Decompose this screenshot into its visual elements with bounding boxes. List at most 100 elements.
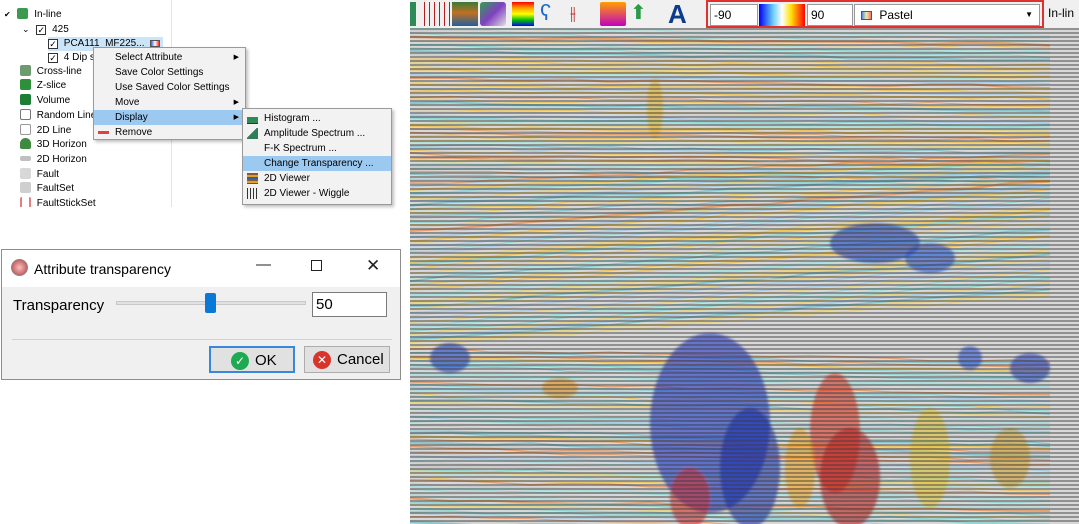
transparency-slider-thumb[interactable] [205,293,216,313]
menu-item-2d-viewer-wiggle[interactable]: 2D Viewer - Wiggle [243,186,391,201]
menu-item-select-attribute[interactable]: Select Attribute ▶ [94,50,245,65]
tree-item-2dline[interactable]: 2D Line [20,124,71,138]
crossline-icon [20,65,31,76]
transparency-label: Transparency [13,297,105,314]
menu-item-label: Change Transparency ... [264,158,374,169]
display-submenu: Histogram ... Amplitude Spectrum ... F-K… [242,108,392,205]
tree-item-label: Z-slice [36,80,67,91]
faultset-icon [20,182,31,193]
tree-item-crossline[interactable]: Cross-line [20,65,82,79]
colormap-select[interactable]: Pastel ▼ [854,4,1040,26]
tree-item-label: 2D Horizon [36,154,87,165]
arrow-up-icon[interactable]: ⬆ [630,2,656,26]
minimize-icon[interactable]: — [256,256,271,273]
tool-edge-icon[interactable] [410,2,416,26]
transparency-input[interactable]: 50 [312,292,387,317]
flatten-icon[interactable]: ʕ [540,2,566,26]
fault-icon [20,168,31,179]
color-range-controls: -90 90 Pastel ▼ [706,0,1044,28]
tree-item-label: 2D Line [36,125,72,136]
randomline-icon [20,109,31,120]
tree-item-label: FaultStickSet [36,198,96,207]
seismic-section-view[interactable] [410,28,1079,524]
submenu-arrow-icon: ▶ [233,114,239,121]
menu-item-change-transparency[interactable]: Change Transparency ... [243,156,391,171]
colormap-label: Pastel [879,8,913,22]
menu-item-2d-viewer[interactable]: 2D Viewer [243,171,391,186]
tree-item-zslice[interactable]: Z-slice [20,79,66,93]
tree-item-inline[interactable]: ✔ In-line [4,8,62,22]
dialog-title-bar: Attribute transparency — ✕ [2,250,400,287]
histogram-icon [247,113,258,124]
menu-item-histogram[interactable]: Histogram ... [243,111,391,126]
min-value-input[interactable]: -90 [710,4,758,26]
menu-item-label: Use Saved Color Settings [115,82,230,93]
ok-button[interactable]: ✓ OK [209,346,295,373]
tree-item-425[interactable]: ⌄ ✓ 425 [22,22,69,36]
menu-item-label: Amplitude Spectrum ... [264,128,366,139]
menu-item-label: Histogram ... [264,113,321,124]
expand-icon[interactable]: ✔ [4,10,11,19]
cancel-icon: ✕ [313,351,331,369]
dialog-separator [12,339,392,340]
submenu-arrow-icon: ▶ [233,54,239,61]
seismic-image [410,28,1079,524]
tree-item-3dhorizon[interactable]: 3D Horizon [20,138,87,152]
remove-icon [98,131,109,134]
menu-item-display[interactable]: Display ▶ [94,110,245,125]
chevron-down-icon[interactable]: ⌄ [22,24,30,34]
attribute-tool-icon[interactable] [600,2,626,26]
horizon-display-icon[interactable] [452,2,478,26]
context-menu: Select Attribute ▶ Save Color Settings U… [93,47,246,140]
wiggle-display-icon[interactable] [424,2,450,26]
menu-item-fk-spectrum[interactable]: F-K Spectrum ... [243,141,391,156]
menu-item-amplitude-spectrum[interactable]: Amplitude Spectrum ... [243,126,391,141]
close-icon[interactable]: ✕ [366,256,380,276]
tree-item-label: FaultSet [36,183,75,194]
menu-item-move[interactable]: Move ▶ [94,95,245,110]
2dline-icon [20,124,31,135]
ok-label: OK [255,352,277,369]
colortable-icon[interactable] [512,2,534,26]
tree-item-2dhorizon[interactable]: 2D Horizon [20,153,87,167]
tree-item-label: Random Line [36,110,97,121]
checkbox-icon[interactable]: ✓ [48,53,58,63]
max-value-input[interactable]: 90 [807,4,853,26]
volume-icon [20,94,31,105]
menu-item-label: 2D Viewer - Wiggle [264,188,350,199]
checkbox-icon[interactable]: ✓ [36,25,47,35]
tree-item-volume[interactable]: Volume [20,94,70,108]
colorbar[interactable] [759,4,805,26]
tree-item-randomline[interactable]: Random Line [20,109,96,123]
inline-label: In-lin [1048,6,1075,20]
check-icon: ✓ [231,352,249,370]
3dhorizon-icon [20,138,31,149]
2dhorizon-icon [20,156,31,161]
tree-item-faultstickset[interactable]: FaultStickSet [20,197,96,207]
faultstickset-icon [20,197,31,207]
app-icon [11,259,28,276]
maximize-icon[interactable] [311,260,322,271]
annotation-icon[interactable]: A [668,1,694,27]
fault-tool-icon[interactable]: ⫲ [570,2,596,26]
cancel-button[interactable]: ✕ Cancel [304,346,390,373]
attribute-transparency-dialog: Attribute transparency — ✕ Transparency … [1,249,401,380]
tree-item-label: Fault [36,169,60,180]
menu-item-remove[interactable]: Remove [94,125,245,140]
cancel-label: Cancel [337,351,384,368]
zslice-icon [20,79,31,90]
checkbox-icon[interactable]: ✓ [48,39,58,49]
tree-item-label: 425 [52,24,69,35]
menu-item-label: Remove [115,127,153,138]
tree-item-faultset[interactable]: FaultSet [20,182,74,196]
colortable-icon [149,40,160,47]
menu-item-use-saved-color[interactable]: Use Saved Color Settings [94,80,245,95]
volume-display-icon[interactable] [480,2,506,26]
tree-item-label: In-line [34,9,62,20]
menu-item-save-color[interactable]: Save Color Settings [94,65,245,80]
tree-item-label: 4 Dip s [63,52,95,63]
tree-item-fault[interactable]: Fault [20,168,59,182]
tree-item-dip[interactable]: ✓ 4 Dip s [48,51,95,65]
2d-viewer-icon [247,173,258,184]
submenu-arrow-icon: ▶ [233,99,239,106]
